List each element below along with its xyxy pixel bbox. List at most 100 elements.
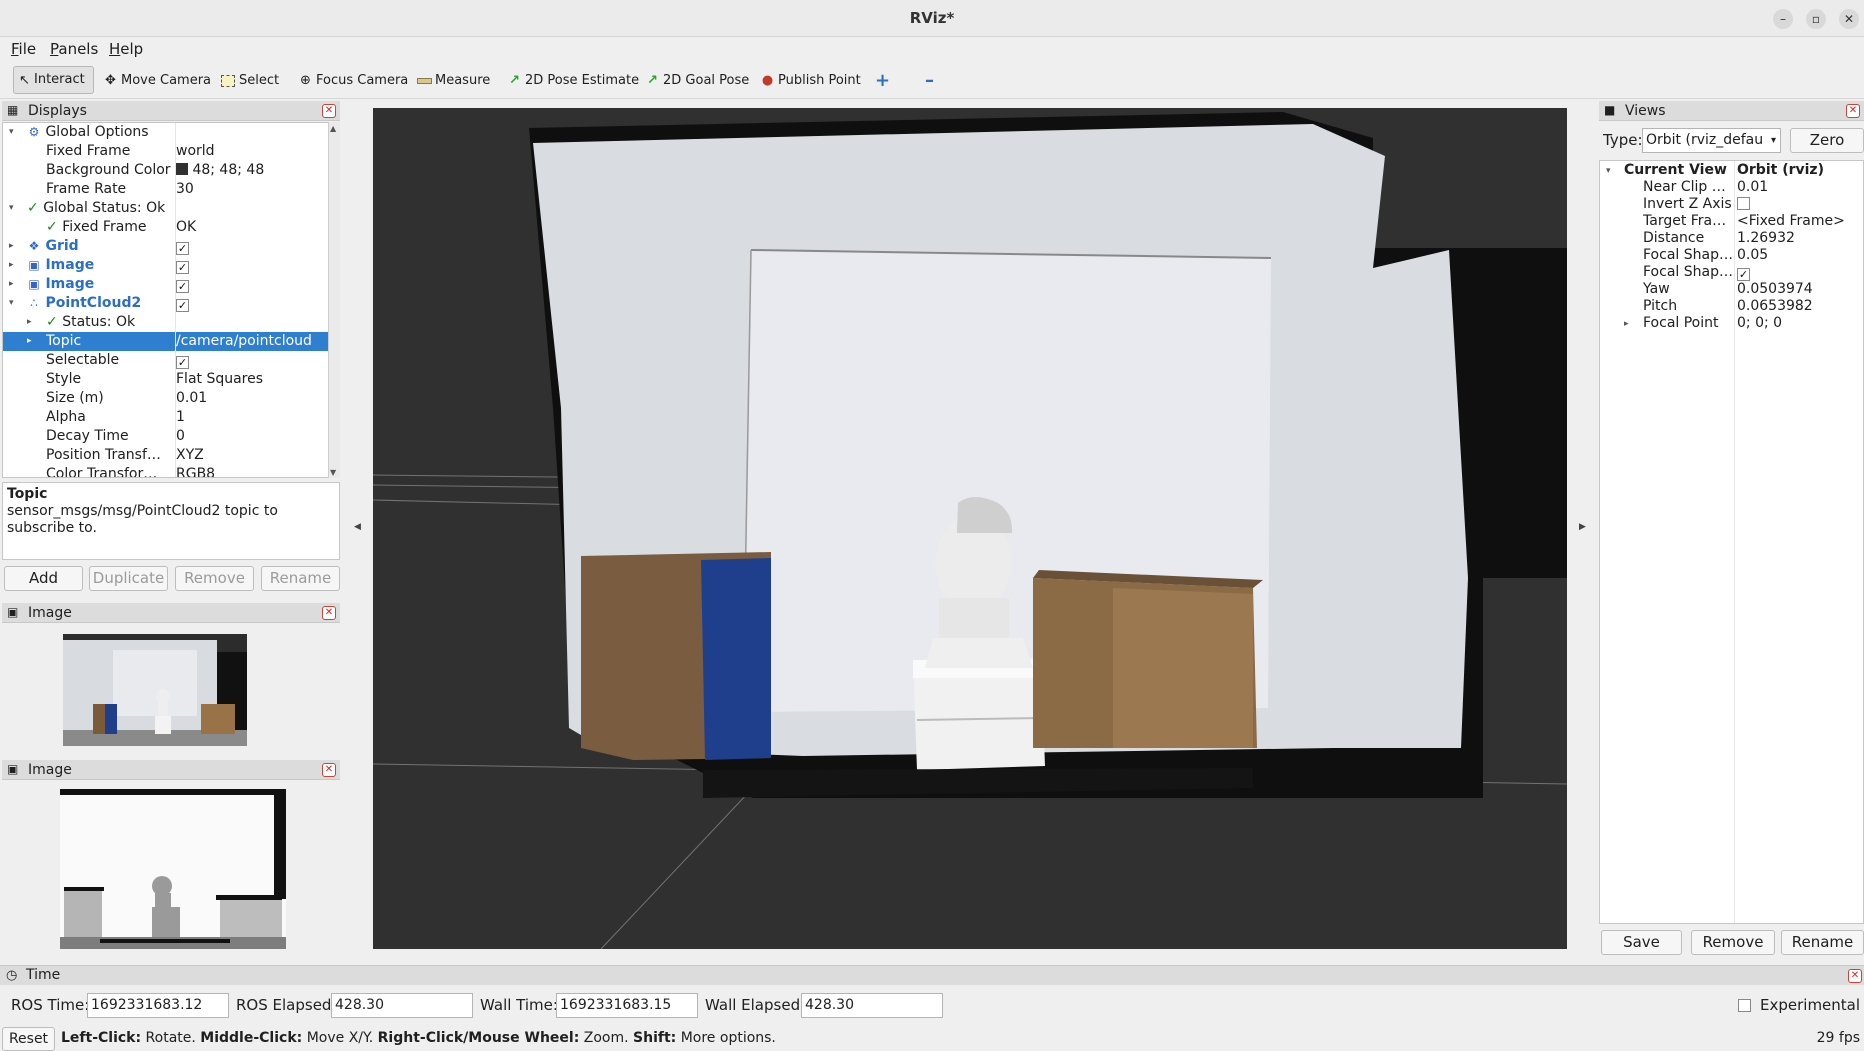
invert-z-row[interactable]: Invert Z Axis bbox=[1600, 196, 1863, 213]
tree-row-global-options[interactable]: ▾ ⚙ Global Options bbox=[3, 123, 329, 142]
tree-row-alpha[interactable]: Alpha 1 bbox=[3, 408, 329, 427]
collapse-left-icon[interactable]: ◀ bbox=[354, 522, 361, 532]
row-value[interactable]: 48; 48; 48 bbox=[192, 162, 264, 178]
displays-scrollbar[interactable]: ▲ ▼ bbox=[328, 122, 340, 478]
tree-row-style[interactable]: Style Flat Squares bbox=[3, 370, 329, 389]
remove-tool-icon[interactable]: – bbox=[925, 69, 934, 93]
focus-camera-tool-button[interactable]: ⊕ Focus Camera bbox=[298, 69, 408, 93]
duplicate-display-button[interactable]: Duplicate bbox=[89, 566, 168, 591]
remove-view-button[interactable]: Remove bbox=[1691, 930, 1775, 955]
menu-help[interactable]: Help bbox=[109, 40, 143, 58]
row-label: Target Fra… bbox=[1643, 213, 1727, 229]
enabled-checkbox[interactable]: ✓ bbox=[176, 280, 189, 293]
close-icon[interactable]: ✕ bbox=[322, 763, 336, 777]
focal-shape-checkbox[interactable]: ✓ bbox=[1737, 268, 1750, 281]
focal-shape-size-row[interactable]: Focal Shap… 0.05 bbox=[1600, 247, 1863, 264]
tree-row-fixed-frame-status[interactable]: ✓ Fixed Frame OK bbox=[3, 218, 329, 237]
rename-display-button[interactable]: Rename bbox=[261, 566, 340, 591]
menu-panels[interactable]: Panels bbox=[50, 40, 98, 58]
menu-file[interactable]: File bbox=[11, 40, 36, 58]
save-view-button[interactable]: Save bbox=[1601, 930, 1682, 955]
experimental-checkbox[interactable] bbox=[1738, 999, 1751, 1012]
tree-row-image-2[interactable]: ▸ ▣ Image ✓ bbox=[3, 275, 329, 294]
rename-view-button[interactable]: Rename bbox=[1781, 930, 1864, 955]
reset-button[interactable]: Reset bbox=[2, 1027, 55, 1051]
pitch-row[interactable]: Pitch 0.0653982 bbox=[1600, 298, 1863, 315]
remove-display-button[interactable]: Remove bbox=[175, 566, 254, 591]
add-display-button[interactable]: Add bbox=[4, 566, 83, 591]
focal-shape-fixed-row[interactable]: Focal Shap… ✓ bbox=[1600, 264, 1863, 281]
goal-pose-tool-button[interactable]: ↗ 2D Goal Pose bbox=[645, 69, 749, 93]
focal-point-row[interactable]: ▸ Focal Point 0; 0; 0 bbox=[1600, 315, 1863, 332]
tree-row-background-color[interactable]: Background Color 48; 48; 48 bbox=[3, 161, 329, 180]
tree-row-decay-time[interactable]: Decay Time 0 bbox=[3, 427, 329, 446]
3d-render-view[interactable] bbox=[373, 108, 1567, 949]
views-panel-header: ■ Views ✕ bbox=[1599, 101, 1864, 121]
target-frame-row[interactable]: Target Fra… <Fixed Frame> bbox=[1600, 213, 1863, 230]
current-view-row[interactable]: ▾ Current View Orbit (rviz) bbox=[1600, 162, 1863, 179]
row-value[interactable]: 0; 0; 0 bbox=[1737, 315, 1782, 332]
tree-row-frame-rate[interactable]: Frame Rate 30 bbox=[3, 180, 329, 199]
row-value[interactable]: Flat Squares bbox=[176, 370, 263, 389]
distance-row[interactable]: Distance 1.26932 bbox=[1600, 230, 1863, 247]
close-icon[interactable]: ✕ bbox=[1839, 9, 1859, 29]
row-value[interactable]: 0.01 bbox=[1737, 179, 1768, 196]
row-value[interactable]: XYZ bbox=[176, 446, 204, 465]
tree-row-status-ok[interactable]: ▸ ✓ Status: Ok bbox=[3, 313, 329, 332]
publish-point-tool-button[interactable]: ● Publish Point bbox=[760, 69, 861, 93]
row-value[interactable]: world bbox=[176, 142, 215, 161]
row-value[interactable]: 0.01 bbox=[176, 389, 207, 408]
tree-row-topic[interactable]: ▸ Topic /camera/pointcloud bbox=[3, 332, 329, 351]
pointcloud-scene bbox=[373, 108, 1567, 949]
row-value[interactable]: 0 bbox=[176, 427, 185, 446]
tree-row-global-status[interactable]: ▾ ✓ Global Status: Ok bbox=[3, 199, 329, 218]
row-value[interactable]: 30 bbox=[176, 180, 194, 199]
row-value[interactable]: <Fixed Frame> bbox=[1737, 213, 1845, 230]
tree-row-selectable[interactable]: Selectable ✓ bbox=[3, 351, 329, 370]
row-value[interactable]: 0.05 bbox=[1737, 247, 1768, 264]
tree-row-size[interactable]: Size (m) 0.01 bbox=[3, 389, 329, 408]
row-value[interactable]: RGB8 bbox=[176, 465, 215, 477]
tree-row-grid[interactable]: ▸ ❖ Grid ✓ bbox=[3, 237, 329, 256]
move-camera-tool-button[interactable]: ✥ Move Camera bbox=[103, 69, 211, 93]
selectable-checkbox[interactable]: ✓ bbox=[176, 356, 189, 369]
select-tool-button[interactable]: Select bbox=[221, 69, 279, 93]
maximize-icon[interactable]: ▫ bbox=[1806, 9, 1826, 29]
tree-row-pointcloud2[interactable]: ▾ ∴ PointCloud2 ✓ bbox=[3, 294, 329, 313]
view-type-select[interactable]: Orbit (rviz_defau ▾ bbox=[1642, 128, 1781, 153]
collapse-right-icon[interactable]: ▶ bbox=[1579, 522, 1586, 532]
row-value[interactable]: 0.0503974 bbox=[1737, 281, 1813, 298]
map-pin-icon: ● bbox=[761, 73, 774, 88]
measure-tool-button[interactable]: Measure bbox=[417, 69, 490, 93]
pose-estimate-tool-button[interactable]: ↗ 2D Pose Estimate bbox=[507, 69, 639, 93]
enabled-checkbox[interactable]: ✓ bbox=[176, 261, 189, 274]
enabled-checkbox[interactable]: ✓ bbox=[176, 242, 189, 255]
close-icon[interactable]: ✕ bbox=[322, 104, 336, 118]
row-value[interactable]: 1 bbox=[176, 408, 185, 427]
minimize-icon[interactable]: – bbox=[1773, 9, 1793, 29]
yaw-row[interactable]: Yaw 0.0503974 bbox=[1600, 281, 1863, 298]
row-value[interactable]: 1.26932 bbox=[1737, 230, 1795, 247]
add-tool-icon[interactable]: + bbox=[875, 69, 890, 93]
near-clip-row[interactable]: Near Clip … 0.01 bbox=[1600, 179, 1863, 196]
enabled-checkbox[interactable]: ✓ bbox=[176, 299, 189, 312]
interact-tool-button[interactable]: ↖ Interact bbox=[13, 66, 94, 94]
close-icon[interactable]: ✕ bbox=[322, 606, 336, 620]
row-value[interactable]: 0.0653982 bbox=[1737, 298, 1813, 315]
ros-elapsed-field[interactable]: 428.30 bbox=[331, 993, 473, 1018]
grid-icon: ❖ bbox=[28, 239, 40, 253]
zero-button[interactable]: Zero bbox=[1790, 128, 1864, 153]
tree-row-fixed-frame[interactable]: Fixed Frame world bbox=[3, 142, 329, 161]
wall-elapsed-field[interactable]: 428.30 bbox=[801, 993, 943, 1018]
ros-time-field[interactable]: 1692331683.12 bbox=[87, 993, 229, 1018]
tree-row-position-transformer[interactable]: Position Transf… XYZ bbox=[3, 446, 329, 465]
close-icon[interactable]: ✕ bbox=[1846, 104, 1860, 118]
close-icon[interactable]: ✕ bbox=[1848, 969, 1862, 983]
row-label: Position Transf… bbox=[46, 447, 161, 463]
wall-time-field[interactable]: 1692331683.15 bbox=[556, 993, 698, 1018]
invert-z-checkbox[interactable] bbox=[1737, 197, 1750, 210]
tree-row-image-1[interactable]: ▸ ▣ Image ✓ bbox=[3, 256, 329, 275]
move-camera-label: Move Camera bbox=[121, 73, 212, 88]
tree-row-color-transformer[interactable]: Color Transfor… RGB8 bbox=[3, 465, 329, 477]
topic-value[interactable]: /camera/pointcloud bbox=[176, 332, 312, 351]
